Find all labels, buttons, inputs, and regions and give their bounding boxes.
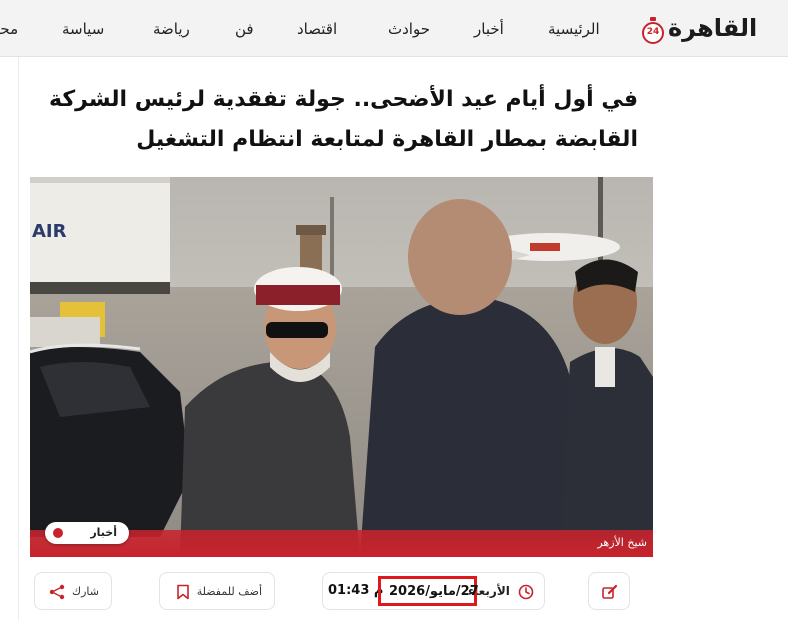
category-tag-label: أخبار	[90, 526, 117, 539]
date-highlight-box: 27/مايو/2026	[378, 576, 479, 606]
svg-text:AIR: AIR	[32, 221, 67, 242]
nav-item-incidents[interactable]: حوادث	[388, 20, 430, 38]
share-label: شارك	[72, 585, 99, 598]
stopwatch-icon: 24	[642, 17, 664, 44]
article-title-line1: في أول أيام عيد الأضحى.. جولة تفقدية لرئ…	[49, 87, 638, 112]
edit-button[interactable]	[588, 572, 630, 610]
nav-item-more[interactable]: محـ	[0, 20, 18, 38]
share-button[interactable]: شارك	[34, 572, 112, 610]
nav-item-home[interactable]: الرئيسية	[548, 20, 600, 38]
article-title-line2: القابضة بمطار القاهرة لمتابعة انتظام الت…	[136, 127, 638, 152]
share-icon	[49, 584, 65, 600]
nav-item-art[interactable]: فن	[235, 20, 254, 38]
bookmark-label: أضف للمفضلة	[196, 585, 262, 598]
nav-item-sports[interactable]: رياضة	[153, 20, 190, 38]
article-photo[interactable]: AIR	[30, 177, 653, 557]
article-title: في أول أيام عيد الأضحى.. جولة تفقدية لرئ…	[38, 80, 638, 160]
publish-date: 27/مايو/2026	[389, 584, 479, 599]
bookmark-button[interactable]: أضف للمفضلة	[159, 572, 275, 610]
nav-item-politics[interactable]: سياسة	[62, 20, 104, 38]
category-tag[interactable]: أخبار	[45, 522, 129, 544]
image-caption: شيخ الأزهر	[597, 536, 647, 549]
nav-item-economy[interactable]: اقتصاد	[297, 20, 337, 38]
logo-text: القاهرة	[668, 14, 758, 42]
site-logo[interactable]: 24 القاهرة	[638, 12, 757, 48]
clock-icon	[518, 584, 534, 600]
record-dot-icon	[53, 528, 63, 538]
publish-time: 01:43 م	[328, 583, 384, 598]
top-navbar: 24 القاهرة الرئيسية أخبار حوادث اقتصاد ف…	[0, 0, 788, 57]
photo-illustration: AIR	[30, 177, 653, 557]
bookmark-icon	[177, 584, 189, 600]
image-caption-bar: شيخ الأزهر أخبار	[30, 522, 653, 557]
edit-icon	[602, 584, 618, 599]
nav-item-news[interactable]: أخبار	[474, 20, 504, 38]
